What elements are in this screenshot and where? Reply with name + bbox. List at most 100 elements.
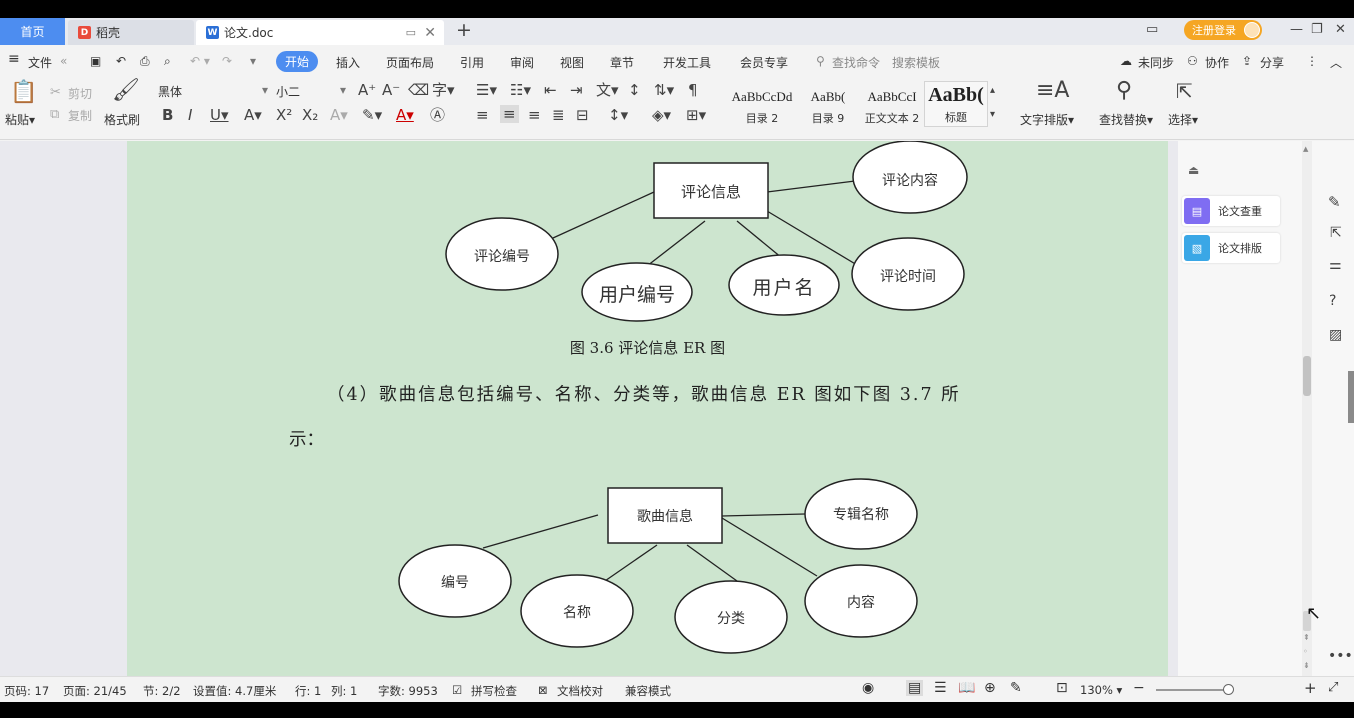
style-heading[interactable]: AaBb( 标题 <box>924 81 988 127</box>
zoom-level[interactable]: 130% ▾ <box>1080 683 1122 697</box>
collapse-ribbon-icon[interactable]: ︿ <box>1330 54 1342 71</box>
text-layout-icon[interactable]: ≡A <box>1036 79 1069 103</box>
login-button[interactable]: 注册登录 <box>1184 20 1262 40</box>
outline-view-icon[interactable]: ☰ <box>934 680 947 696</box>
chinese-layout-icon[interactable]: 文▾ <box>596 82 619 98</box>
pointer-icon[interactable]: ⇱ <box>1330 225 1342 241</box>
fullscreen-icon[interactable]: ⤢ <box>1328 680 1338 695</box>
restore-icon[interactable]: ❐ <box>1311 22 1323 37</box>
body-paragraph[interactable]: （4）歌曲信息包括编号、名称、分类等，歌曲信息 ER 图如下图 3.7 所 <box>327 381 1007 406</box>
proofread-button[interactable]: 文档校对 <box>557 683 603 699</box>
tab-home[interactable]: 首页 <box>0 18 65 45</box>
save-icon[interactable]: ▣ <box>90 54 101 68</box>
more-icon[interactable]: ⋮ <box>1306 54 1318 68</box>
share-button[interactable]: 分享 <box>1260 54 1284 71</box>
select-button[interactable]: 选择▾ <box>1168 111 1198 128</box>
style-scroll-up-icon[interactable]: ▴ <box>990 83 995 99</box>
select-browse-icon[interactable]: ◦ <box>1303 647 1308 656</box>
menu-item-member[interactable]: 会员专享 <box>740 54 788 71</box>
font-size-select[interactable]: 小二 <box>276 83 336 100</box>
menu-item-view[interactable]: 视图 <box>560 54 584 71</box>
menu-item-dev-tools[interactable]: 开发工具 <box>663 54 711 71</box>
more-quick-icon[interactable]: ▾ <box>250 54 256 68</box>
paste-icon[interactable]: 📋 <box>10 81 37 105</box>
align-center-icon[interactable]: ≡ <box>500 105 519 123</box>
number-list-icon[interactable]: ☷▾ <box>510 82 531 98</box>
copy-icon[interactable]: ⧉ <box>50 107 59 123</box>
status-page-code[interactable]: 页码: 17 <box>4 683 49 699</box>
cut-icon[interactable]: ✂ <box>50 85 61 101</box>
status-setting[interactable]: 设置值: 4.7厘米 <box>193 683 276 699</box>
scroll-thumb[interactable] <box>1303 356 1311 396</box>
paper-check-button[interactable]: ▤ 论文查重 <box>1182 196 1280 226</box>
borders-icon[interactable]: ⊞▾ <box>686 107 706 123</box>
menu-item-start[interactable]: 开始 <box>276 51 319 72</box>
image-settings-icon[interactable]: ▨ <box>1329 327 1342 343</box>
prev-page-icon[interactable]: ⇞ <box>1303 633 1310 642</box>
eye-protect-icon[interactable]: ◉ <box>862 680 874 696</box>
menu-item-page-layout[interactable]: 页面布局 <box>386 54 434 71</box>
paste-button[interactable]: 粘贴▾ <box>5 111 35 128</box>
font-name-dropdown-icon[interactable]: ▾ <box>262 83 268 97</box>
back-icon[interactable]: « <box>60 54 67 68</box>
collab-button[interactable]: 协作 <box>1205 54 1229 71</box>
paper-layout-button[interactable]: ▧ 论文排版 <box>1182 233 1280 263</box>
read-view-icon[interactable]: 📖 <box>958 680 975 696</box>
distribute-icon[interactable]: ⊟ <box>576 107 589 123</box>
copy-button[interactable]: 复制 <box>68 107 92 124</box>
scroll-up-icon[interactable]: ▲ <box>1303 145 1308 153</box>
help-icon[interactable]: ? <box>1329 293 1336 309</box>
zoom-in-icon[interactable]: + <box>1304 679 1317 697</box>
pen-icon[interactable]: ✎ <box>1328 193 1341 211</box>
increase-indent-icon[interactable]: ⇥ <box>570 82 583 98</box>
menu-item-chapter[interactable]: 章节 <box>610 54 634 71</box>
clear-format-icon[interactable]: ⌫ <box>408 82 429 98</box>
text-direction-icon[interactable]: ↕ <box>628 82 641 98</box>
find-replace-icon[interactable]: ⚲ <box>1116 79 1132 103</box>
sort-icon[interactable]: ⇅▾ <box>654 82 674 98</box>
justify-icon[interactable]: ≣ <box>552 107 565 123</box>
notification-icon[interactable]: ▭ <box>1146 22 1158 37</box>
panel-collapse-icon[interactable]: ⏏ <box>1188 163 1199 177</box>
menu-file[interactable]: 文件 <box>28 54 52 71</box>
write-view-icon[interactable]: ✎ <box>1010 680 1022 696</box>
print-icon[interactable]: ⎙ <box>140 54 150 69</box>
menu-item-review[interactable]: 审阅 <box>510 54 534 71</box>
decrease-indent-icon[interactable]: ⇤ <box>544 82 557 98</box>
text-layout-button[interactable]: 文字排版▾ <box>1020 111 1074 128</box>
close-window-icon[interactable]: ✕ <box>1335 22 1346 37</box>
shading-icon[interactable]: ◈▾ <box>652 107 671 123</box>
find-replace-button[interactable]: 查找替换▾ <box>1099 111 1153 128</box>
spell-check-button[interactable]: 拼写检查 <box>471 683 517 699</box>
status-page[interactable]: 页面: 21/45 <box>63 683 127 699</box>
pinyin-icon[interactable]: 字▾ <box>432 82 455 98</box>
undo-history-icon[interactable]: ↶ <box>116 54 126 68</box>
shrink-font-icon[interactable]: A⁻ <box>382 82 400 98</box>
bullet-list-icon[interactable]: ☰▾ <box>476 82 497 98</box>
tab-draft[interactable]: D 稻壳 <box>68 20 194 45</box>
grow-font-icon[interactable]: A⁺ <box>358 82 376 98</box>
hamburger-icon[interactable]: ≡ <box>8 51 20 67</box>
status-col[interactable]: 列: 1 <box>331 683 357 699</box>
undo-icon[interactable]: ↶ ▾ <box>190 54 210 68</box>
zoom-slider-track[interactable] <box>1156 689 1228 691</box>
font-color-icon[interactable]: A▾ <box>396 107 414 123</box>
sync-button[interactable]: 未同步 <box>1138 54 1174 71</box>
highlight-icon[interactable]: ✎▾ <box>362 107 382 123</box>
menu-item-references[interactable]: 引用 <box>460 54 484 71</box>
show-marks-icon[interactable]: ¶ <box>688 82 698 98</box>
fit-page-icon[interactable]: ⊡ <box>1056 680 1068 696</box>
style-toc9[interactable]: AaBb( 目录 9 <box>796 81 860 127</box>
preview-icon[interactable]: ⌕ <box>164 54 171 69</box>
underline-icon[interactable]: U▾ <box>210 107 229 123</box>
adjust-icon[interactable]: ⚌ <box>1329 257 1342 273</box>
tab-document[interactable]: W 论文.doc ▭ ✕ <box>196 20 444 45</box>
zoom-slider-thumb[interactable] <box>1223 684 1234 695</box>
font-size-dropdown-icon[interactable]: ▾ <box>340 83 346 97</box>
superscript-icon[interactable]: X² <box>276 107 292 123</box>
align-left-icon[interactable]: ≡ <box>476 107 489 123</box>
cut-button[interactable]: 剪切 <box>68 85 92 102</box>
new-tab-button[interactable]: + <box>456 19 472 41</box>
more-dots-icon[interactable]: ••• <box>1328 648 1353 664</box>
format-painter-icon[interactable]: 🖌 <box>112 79 140 103</box>
